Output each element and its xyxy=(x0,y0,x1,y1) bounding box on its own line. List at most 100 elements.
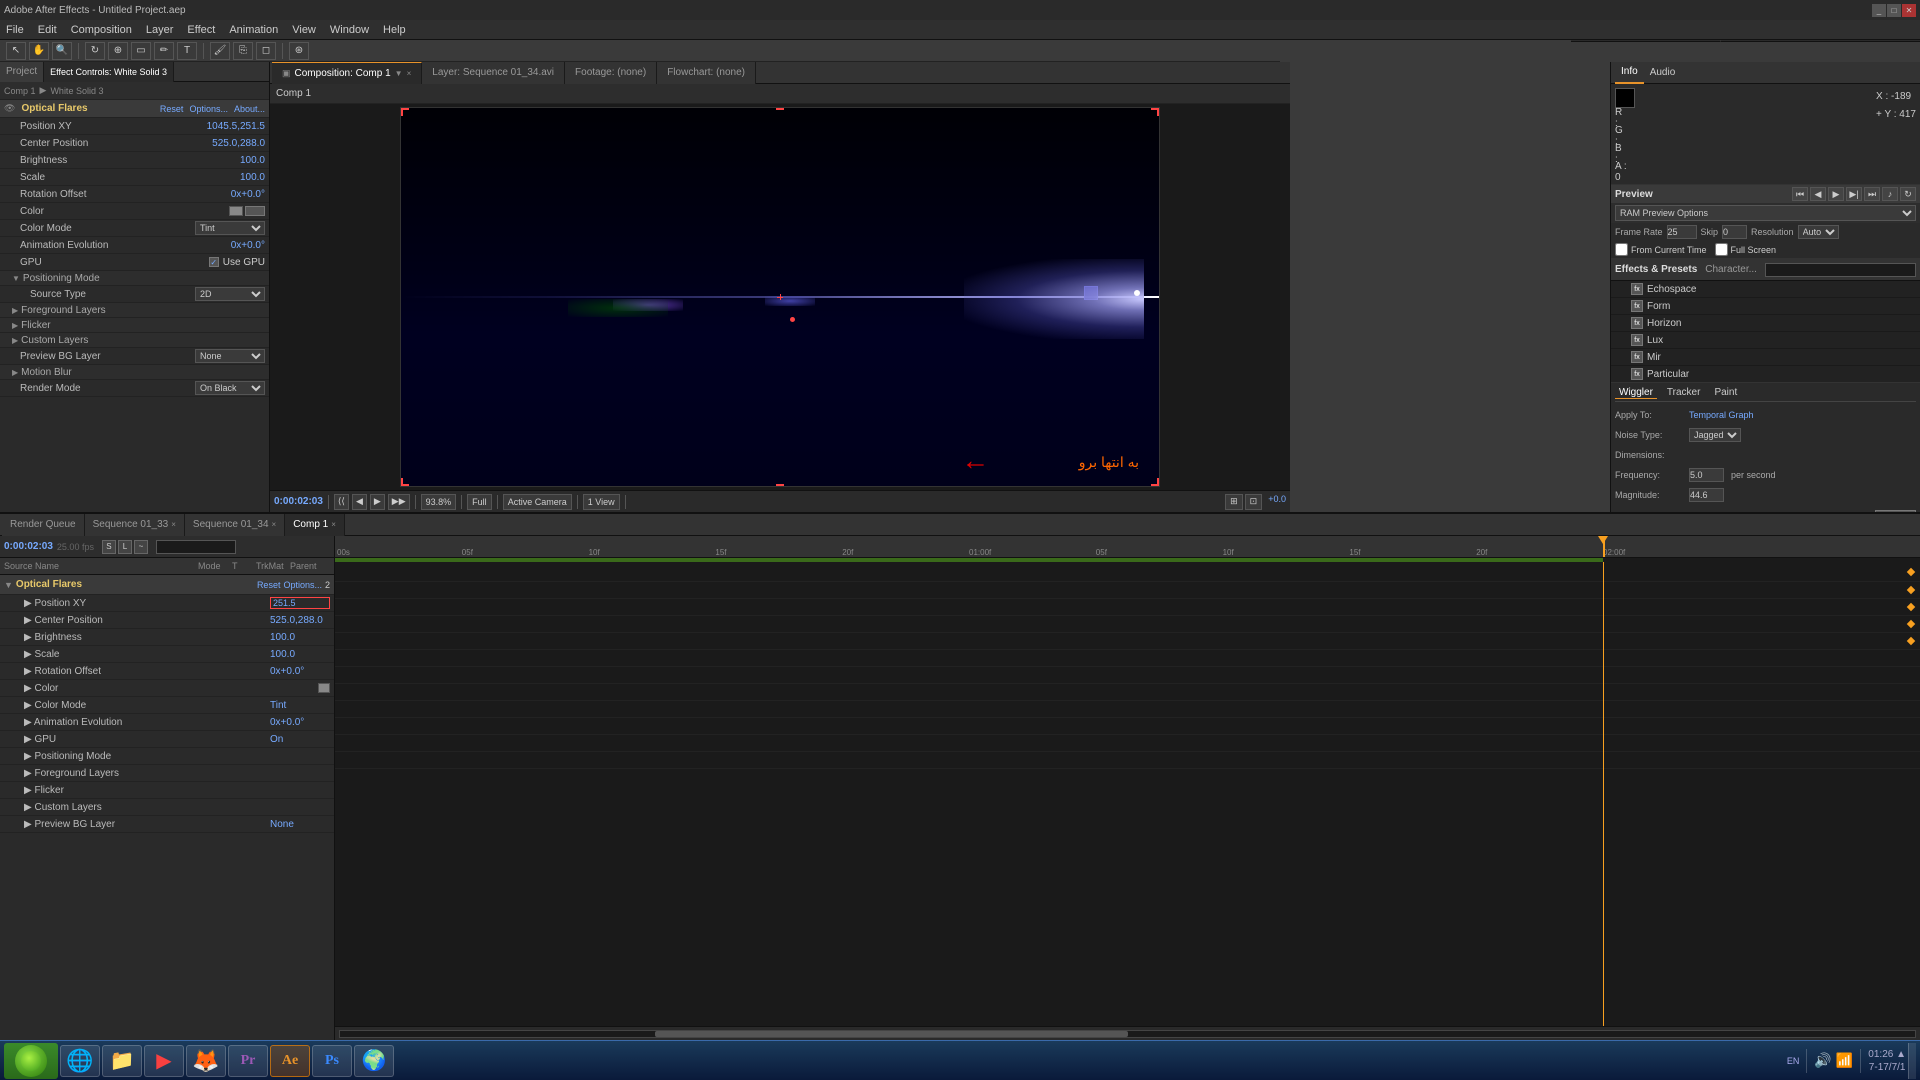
prop-rendermode-select[interactable]: On Black xyxy=(195,381,265,395)
start-button[interactable] xyxy=(4,1043,58,1079)
ep-item-form[interactable]: fx Form xyxy=(1611,298,1920,315)
tab-effect-controls[interactable]: Effect Controls: White Solid 3 xyxy=(44,62,174,82)
tab-comp-dropdown[interactable]: ▼ xyxy=(395,69,403,78)
maximize-btn[interactable]: □ xyxy=(1887,4,1901,17)
minimize-btn[interactable]: _ xyxy=(1872,4,1886,17)
menu-view[interactable]: View xyxy=(292,24,316,36)
vc-camera[interactable]: Active Camera xyxy=(503,494,572,510)
close-btn[interactable]: ✕ xyxy=(1902,4,1916,17)
ep-item-echospace[interactable]: fx Echospace xyxy=(1611,281,1920,298)
tool-text[interactable]: T xyxy=(177,42,197,60)
tl-prop-posmode[interactable]: ▶ Positioning Mode xyxy=(0,748,334,765)
ep-search-input[interactable] xyxy=(1765,263,1916,277)
prop-rotation[interactable]: Rotation Offset 0x+0.0° xyxy=(0,186,269,203)
vc-frame-back[interactable]: ⟨⟨ xyxy=(334,494,349,510)
tl-prop-flicker[interactable]: ▶ Flicker xyxy=(0,782,334,799)
res-select[interactable]: Auto xyxy=(1798,225,1839,239)
taskbar-network-icon[interactable]: 📶 xyxy=(1836,1052,1853,1069)
prop-centerpos-val[interactable]: 525.0,288.0 xyxy=(212,138,265,149)
tl-tab-seq33-close[interactable]: × xyxy=(171,520,176,529)
full-screen-input[interactable] xyxy=(1715,243,1728,256)
from-current-time-checkbox[interactable]: From Current Time xyxy=(1615,243,1707,256)
ep-character-tab[interactable]: Character... xyxy=(1705,264,1757,275)
ep-item-lux[interactable]: fx Lux xyxy=(1611,332,1920,349)
prop-gpu-check[interactable]: ✓ xyxy=(209,257,219,267)
tl-lock-btn[interactable]: L xyxy=(118,540,132,554)
full-screen-checkbox[interactable]: Full Screen xyxy=(1715,243,1777,256)
pv-last-btn[interactable]: ⏭ xyxy=(1864,187,1880,201)
kf-diamond-2[interactable] xyxy=(1907,603,1915,611)
prop-center-pos[interactable]: Center Position 525.0,288.0 xyxy=(0,135,269,152)
tl-solo-btn[interactable]: S xyxy=(102,540,116,554)
taskbar-item-explorer[interactable]: 📁 xyxy=(102,1045,142,1077)
prop-sourcetype-select[interactable]: 2D xyxy=(195,287,265,301)
taskbar-item-browser2[interactable]: 🌍 xyxy=(354,1045,394,1077)
taskbar-item-ae[interactable]: Ae xyxy=(270,1045,310,1077)
tl-prop-gpu[interactable]: ▶ GPU On xyxy=(0,731,334,748)
tl-scrollbar-track[interactable] xyxy=(339,1030,1916,1038)
fr-input[interactable] xyxy=(1667,225,1697,239)
handle-bottom-left[interactable] xyxy=(401,478,409,486)
kf-diamond-3[interactable] xyxy=(1907,620,1915,628)
tab-flowchart[interactable]: Flowchart: (none) xyxy=(657,62,756,84)
prop-anim-evo[interactable]: Animation Evolution 0x+0.0° xyxy=(0,237,269,254)
kf-diamond-1[interactable] xyxy=(1907,586,1915,594)
wig-noise-select[interactable]: Jagged xyxy=(1689,428,1741,442)
taskbar-item-premiere[interactable]: Pr xyxy=(228,1045,268,1077)
effect-about-btn[interactable]: About... xyxy=(234,104,265,114)
taskbar-item-ps[interactable]: Ps xyxy=(312,1045,352,1077)
tab-comp-close[interactable]: × xyxy=(407,69,412,78)
taskbar-item-firefox[interactable]: 🦊 xyxy=(186,1045,226,1077)
taskbar-item-media[interactable]: ▶ xyxy=(144,1045,184,1077)
tab-composition[interactable]: ▣ Composition: Comp 1 ▼ × xyxy=(272,62,422,84)
comp-breadcrumb-label[interactable]: Comp 1 xyxy=(276,88,311,99)
handle-bottom-right[interactable] xyxy=(1151,478,1159,486)
tab-audio[interactable]: Audio xyxy=(1644,62,1682,84)
tl-prop-color[interactable]: ▶ Color xyxy=(0,680,334,697)
tool-brush[interactable]: 🖌 xyxy=(210,42,230,60)
menu-file[interactable]: File xyxy=(6,24,24,36)
flare-center-dot[interactable] xyxy=(1134,290,1140,296)
prop-scale[interactable]: Scale 100.0 xyxy=(0,169,269,186)
wig-freq-input[interactable] xyxy=(1689,468,1724,482)
tl-layer-options[interactable]: Options... xyxy=(283,580,322,590)
prop-source-type[interactable]: Source Type 2D xyxy=(0,286,269,303)
tab-project[interactable]: Project xyxy=(0,62,44,82)
tab-info[interactable]: Info xyxy=(1615,62,1644,84)
tl-tab-comp1-close[interactable]: × xyxy=(331,520,336,529)
kf-diamond-0[interactable] xyxy=(1907,568,1915,576)
prop-rotation-val[interactable]: 0x+0.0° xyxy=(231,189,265,200)
tool-anchor[interactable]: ⊕ xyxy=(108,42,128,60)
vc-safe-btn[interactable]: ⊡ xyxy=(1245,494,1263,510)
tool-pen[interactable]: ✏ xyxy=(154,42,174,60)
prop-color[interactable]: Color xyxy=(0,203,269,220)
taskbar-item-ie[interactable]: 🌐 xyxy=(60,1045,100,1077)
kf-diamond-4[interactable] xyxy=(1907,637,1915,645)
tl-prop-posxy[interactable]: ▶ Position XY 251.5 xyxy=(0,595,334,612)
prop-colormode-select[interactable]: Tint xyxy=(195,221,265,235)
ep-item-mir[interactable]: fx Mir xyxy=(1611,349,1920,366)
tl-prop-custom[interactable]: ▶ Custom Layers xyxy=(0,799,334,816)
section-motion-blur[interactable]: ▶ Motion Blur xyxy=(0,365,269,380)
tool-rotate[interactable]: ↻ xyxy=(85,42,105,60)
tl-tab-seq34[interactable]: Sequence 01_34 × xyxy=(185,514,285,536)
tl-tab-comp1[interactable]: Comp 1 × xyxy=(285,514,345,536)
tab-footage[interactable]: Footage: (none) xyxy=(565,62,657,84)
effect-options-btn[interactable]: Options... xyxy=(189,104,228,114)
tl-prop-previewbg[interactable]: ▶ Preview BG Layer None xyxy=(0,816,334,833)
prop-render-mode[interactable]: Render Mode On Black xyxy=(0,380,269,397)
pv-loop-btn[interactable]: ↻ xyxy=(1900,187,1916,201)
ep-item-particular[interactable]: fx Particular xyxy=(1611,366,1920,382)
tool-eraser[interactable]: ◻ xyxy=(256,42,276,60)
tab-wiggler[interactable]: Wiggler xyxy=(1615,387,1657,399)
menu-edit[interactable]: Edit xyxy=(38,24,57,36)
tl-layer-reset[interactable]: Reset xyxy=(257,580,281,590)
section-flicker[interactable]: ▶ Flicker xyxy=(0,318,269,333)
pv-next-btn[interactable]: ▶| xyxy=(1846,187,1862,201)
tl-tab-seq33[interactable]: Sequence 01_33 × xyxy=(85,514,185,536)
tl-search-input[interactable] xyxy=(156,540,236,554)
section-custom-layers[interactable]: ▶ Custom Layers xyxy=(0,333,269,348)
ep-item-horizon[interactable]: fx Horizon xyxy=(1611,315,1920,332)
pv-first-btn[interactable]: ⏮ xyxy=(1792,187,1808,201)
section-foreground[interactable]: ▶ Foreground Layers xyxy=(0,303,269,318)
